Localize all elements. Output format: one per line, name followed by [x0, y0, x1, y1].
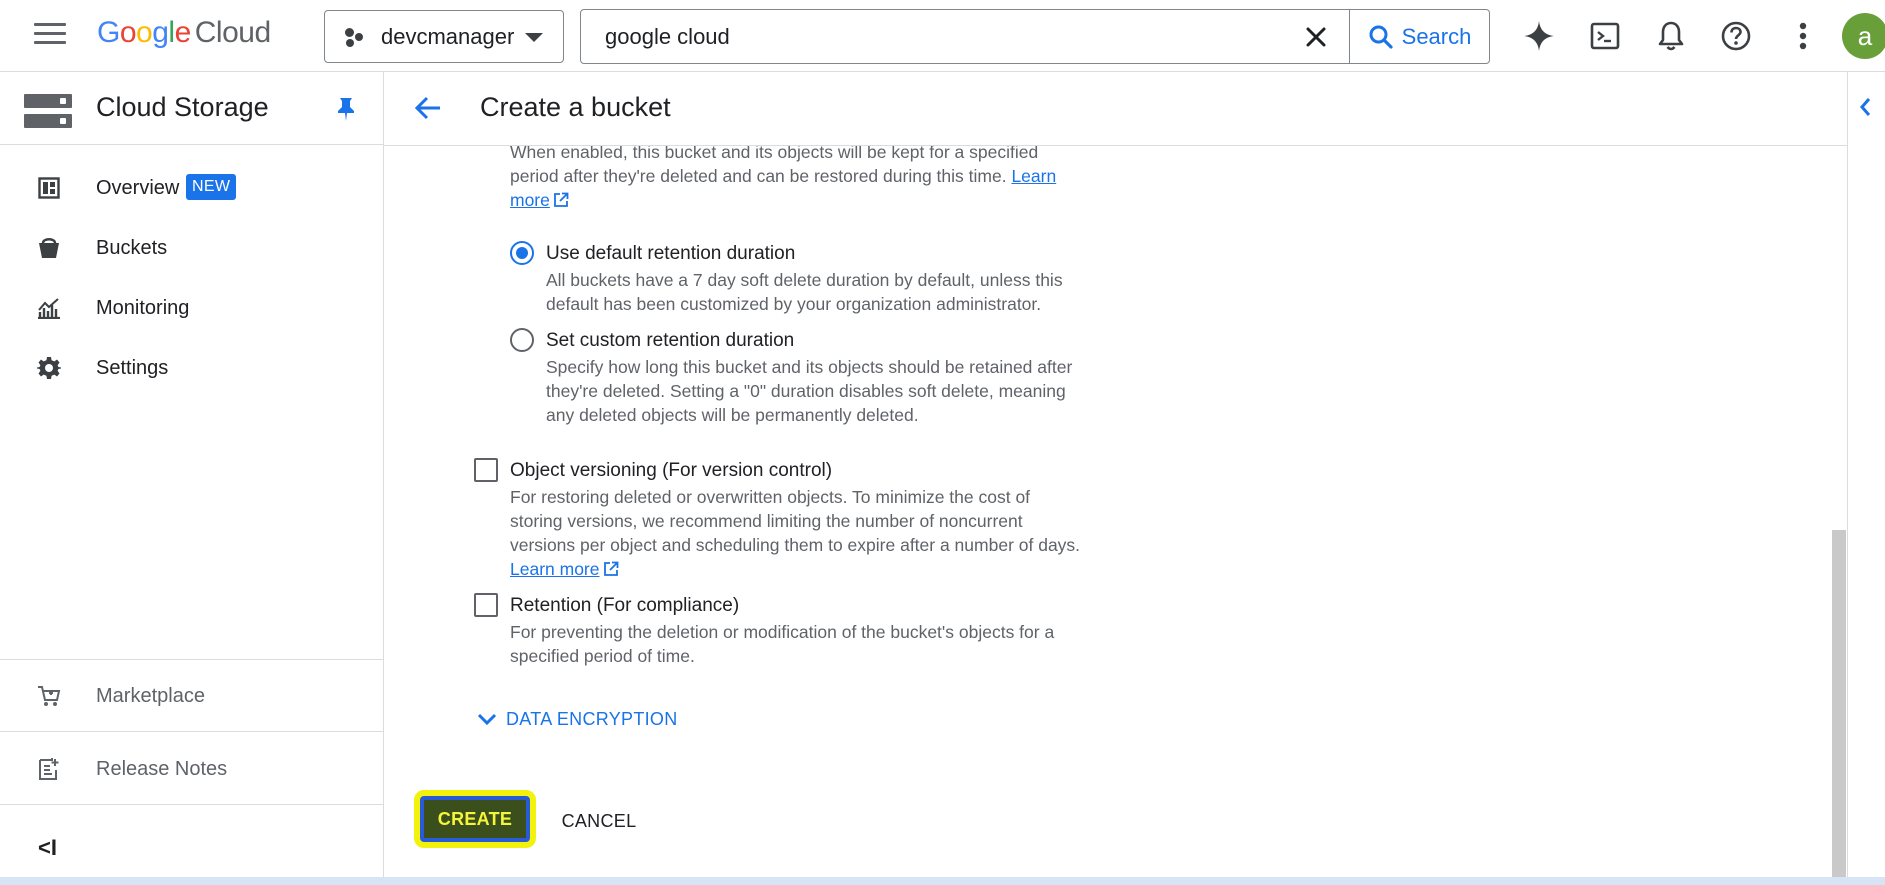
create-bucket-form: When enabled, this bucket and its object… — [384, 146, 1847, 885]
sidebar-divider — [0, 659, 383, 660]
chevron-down-icon — [525, 33, 543, 42]
learn-more-link[interactable]: more — [510, 190, 550, 210]
description-line: When enabled, this bucket and its object… — [510, 146, 1039, 162]
sparkle-icon[interactable] — [1519, 16, 1559, 56]
monitoring-icon — [36, 295, 62, 321]
description-line: All buckets have a 7 day soft delete dur… — [546, 270, 1063, 290]
collapse-sidebar-icon[interactable]: <I — [38, 835, 57, 861]
description-line: For restoring deleted or overwritten obj… — [510, 487, 1031, 507]
new-badge: NEW — [186, 174, 237, 200]
project-selector[interactable]: devcmanager — [324, 10, 564, 63]
description-line: default has been customized by your orga… — [546, 294, 1042, 314]
external-link-icon — [603, 561, 618, 576]
sidebar-divider — [0, 804, 383, 805]
sidebar-item-label: Monitoring — [96, 296, 190, 319]
sidebar-item-label: Release Notes — [96, 757, 228, 780]
learn-more-link[interactable]: Learn more — [510, 559, 600, 579]
sidebar-item-monitoring[interactable]: Monitoring — [0, 284, 383, 332]
custom-retention-radio[interactable] — [510, 328, 534, 352]
pin-icon[interactable] — [335, 96, 357, 127]
custom-retention-description: Specify how long this bucket and its obj… — [546, 355, 1072, 427]
data-encryption-toggle[interactable]: DATA ENCRYPTION — [476, 709, 678, 730]
bottom-strip — [0, 877, 1885, 885]
cancel-button[interactable]: CANCEL — [554, 802, 644, 840]
sidebar-item-label: Settings — [96, 356, 169, 379]
default-retention-description: All buckets have a 7 day soft delete dur… — [546, 268, 1063, 316]
back-arrow-icon[interactable] — [414, 94, 442, 127]
page-title: Create a bucket — [480, 92, 671, 122]
description-line: period after they're deleted and can be … — [510, 166, 1007, 186]
sidebar: Cloud Storage Overview NEW Buckets Monit… — [0, 72, 384, 885]
gear-icon — [36, 355, 62, 381]
sidebar-item-settings[interactable]: Settings — [0, 344, 383, 392]
description-line: any deleted objects will be permanently … — [546, 405, 919, 425]
search-button[interactable]: Search — [1349, 10, 1489, 63]
right-panel-rail — [1847, 72, 1885, 885]
bell-icon[interactable] — [1651, 16, 1691, 56]
search-bar: Search — [580, 9, 1490, 64]
custom-retention-label: Set custom retention duration — [546, 330, 795, 351]
description-line: specified period of time. — [510, 646, 695, 666]
search-icon — [1369, 25, 1393, 49]
soft-delete-description: When enabled, this bucket and its object… — [510, 146, 1130, 212]
sidebar-item-overview[interactable]: Overview NEW — [0, 164, 383, 212]
retention-checkbox[interactable] — [474, 593, 498, 617]
avatar[interactable]: a — [1842, 13, 1885, 59]
object-versioning-description: For restoring deleted or overwritten obj… — [510, 485, 1080, 581]
scrollbar-thumb[interactable] — [1832, 530, 1846, 880]
create-button[interactable]: CREATE — [420, 796, 530, 842]
bucket-icon — [36, 235, 62, 261]
search-button-label: Search — [1401, 23, 1472, 49]
sidebar-item-label: Buckets — [96, 236, 168, 259]
description-line: versions per object and scheduling them … — [510, 535, 1081, 555]
chevron-down-icon — [477, 713, 497, 725]
page-header: Create a bucket — [384, 72, 1847, 146]
object-versioning-label: Object versioning (For version control) — [510, 460, 833, 481]
sidebar-item-marketplace[interactable]: Marketplace — [0, 672, 383, 720]
description-line: Specify how long this bucket and its obj… — [546, 357, 1073, 377]
close-icon[interactable] — [1301, 22, 1331, 52]
default-retention-label: Use default retention duration — [546, 243, 796, 264]
external-link-icon — [553, 192, 569, 207]
terminal-icon[interactable] — [1585, 16, 1625, 56]
default-retention-radio[interactable] — [510, 241, 534, 265]
sidebar-item-release-notes[interactable]: Release Notes — [0, 745, 383, 793]
project-name: devcmanager — [381, 23, 515, 49]
sidebar-title: Cloud Storage — [96, 92, 269, 122]
cloud-storage-icon — [24, 94, 72, 128]
top-bar: GoogleCloud devcmanager Search a — [0, 0, 1885, 72]
description-line: storing versions, we recommend limiting … — [510, 511, 1023, 531]
description-line: they're deleted. Setting a "0" duration … — [546, 381, 1066, 401]
chevron-left-icon[interactable] — [1858, 96, 1872, 123]
learn-more-link[interactable]: Learn — [1011, 166, 1056, 186]
more-vert-icon[interactable] — [1783, 16, 1823, 56]
cart-icon — [36, 683, 62, 709]
help-icon[interactable] — [1716, 16, 1756, 56]
notes-icon — [36, 756, 62, 782]
object-versioning-checkbox[interactable] — [474, 458, 498, 482]
project-icon — [345, 27, 365, 47]
description-line: For preventing the deletion or modificat… — [510, 622, 1055, 642]
sidebar-item-label: Marketplace — [96, 684, 205, 707]
data-encryption-label: DATA ENCRYPTION — [506, 709, 678, 729]
retention-description: For preventing the deletion or modificat… — [510, 620, 1054, 668]
sidebar-divider — [0, 731, 383, 732]
sidebar-header: Cloud Storage — [0, 72, 383, 145]
sidebar-item-buckets[interactable]: Buckets — [0, 224, 383, 272]
overview-icon — [36, 175, 62, 201]
retention-label: Retention (For compliance) — [510, 595, 740, 616]
sidebar-item-label: Overview — [96, 176, 180, 199]
google-cloud-logo[interactable]: Google Cloud — [97, 16, 271, 50]
search-input[interactable] — [581, 23, 1271, 50]
menu-icon[interactable] — [34, 23, 66, 49]
